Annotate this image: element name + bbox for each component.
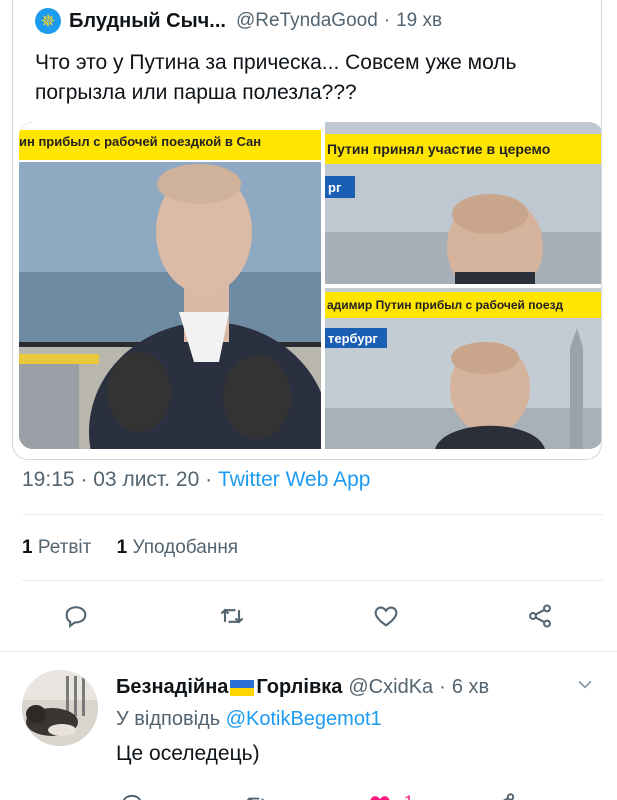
retweets-stat[interactable]: 1 Ретвіт: [22, 537, 97, 558]
quoted-tweet-time[interactable]: 19 хв: [396, 10, 442, 32]
media-image-top-right[interactable]: Путин принял участие в церемо рг: [325, 122, 601, 284]
media-top-right-caption: Путин принял участие в церемо: [327, 141, 551, 157]
media-image-bottom-right[interactable]: адимир Путин прибыл с рабочей поезд терб…: [325, 288, 601, 449]
tweet-meta: 19:15 · 03 лист. 20 · Twitter Web App: [22, 468, 370, 492]
media-left-caption: ин прибыл с рабочей поездкой в Сан: [19, 134, 262, 149]
reply-share-button[interactable]: [484, 784, 524, 800]
liked-heart-icon: [370, 796, 390, 800]
reply-tweet[interactable]: Безнадійна Горлівка @CxidKa · 6 хв У відп…: [0, 660, 617, 800]
retweets-label: Ретвіт: [37, 537, 92, 558]
reply-reply-button[interactable]: [112, 784, 152, 800]
reply-text: Це оселедець): [116, 742, 260, 765]
source-app-link[interactable]: Twitter Web App: [218, 468, 371, 491]
quoted-author-avatar[interactable]: ✵: [35, 8, 61, 34]
media-top-right-tag: рг: [328, 180, 342, 195]
reply-author-name-part1: Безнадійна: [116, 676, 229, 698]
likes-stat[interactable]: 1 Уподобання: [117, 537, 238, 558]
quoted-author-name[interactable]: Блудный Сыч...: [69, 10, 226, 33]
replying-to: У відповідь @KotikBegemot1: [116, 708, 382, 731]
divider: [22, 514, 603, 515]
tweet-time[interactable]: 19:15: [22, 468, 75, 491]
media-bottom-right-caption: адимир Путин прибыл с рабочей поезд: [327, 298, 564, 312]
reply-like-button[interactable]: [360, 784, 400, 800]
like-button[interactable]: [366, 596, 406, 636]
section-divider: [0, 651, 617, 652]
tweet-stats: 1 Ретвіт 1 Уподобання: [22, 537, 258, 559]
reply-action-bar: 1: [0, 784, 617, 800]
divider: [22, 580, 603, 581]
reply-time[interactable]: 6 хв: [452, 676, 489, 699]
quoted-tweet-text: Что это у Путина за прическа... Совсем у…: [35, 51, 517, 104]
more-options-chevron-icon[interactable]: [575, 674, 595, 699]
reply-button[interactable]: [56, 596, 96, 636]
separator-dot: ·: [80, 468, 88, 491]
reply-author-avatar[interactable]: [22, 670, 98, 746]
ukraine-flag-icon: [230, 679, 255, 696]
tweet-action-bar: [0, 596, 617, 636]
reply-author-name-part2: Горлівка: [256, 676, 343, 698]
likes-count: 1: [116, 537, 128, 558]
retweet-icon: [220, 608, 244, 624]
like-icon: [374, 606, 398, 627]
share-icon: [502, 793, 515, 800]
reply-author-handle[interactable]: @CxidKa: [348, 676, 433, 699]
tweet-date[interactable]: 03 лист. 20: [93, 468, 199, 491]
quoted-tweet-header: ✵ Блудный Сыч... @ReTyndaGood · 19 хв: [35, 6, 442, 36]
reply-like-count: 1: [404, 792, 413, 800]
retweet-icon: [246, 797, 264, 800]
replying-to-handle[interactable]: @KotikBegemot1: [226, 708, 382, 730]
media-bottom-right-tag: тербург: [328, 331, 378, 346]
share-button[interactable]: [520, 596, 560, 636]
reply-icon: [65, 606, 87, 629]
reply-icon: [122, 794, 141, 800]
share-icon: [529, 604, 551, 628]
reply-retweet-button[interactable]: [236, 784, 276, 800]
likes-label: Уподобання: [132, 537, 239, 558]
quoted-author-handle[interactable]: @ReTyndaGood: [236, 10, 378, 32]
reply-author-name[interactable]: Безнадійна Горлівка: [116, 676, 342, 699]
replying-to-label: У відповідь: [116, 708, 221, 730]
reply-header: Безнадійна Горлівка @CxidKa · 6 хв: [116, 676, 489, 699]
media-grid: ин прибыл с рабочей поездкой в Сан Путин…: [19, 122, 601, 449]
separator-dot: ·: [439, 676, 446, 698]
media-image-left[interactable]: ин прибыл с рабочей поездкой в Сан: [19, 122, 321, 449]
separator-dot: ·: [383, 10, 391, 31]
quoted-tweet-card[interactable]: ✵ Блудный Сыч... @ReTyndaGood · 19 хв Чт…: [12, 0, 602, 460]
retweets-count: 1: [22, 537, 33, 558]
retweet-button[interactable]: [212, 596, 252, 636]
separator-dot: ·: [205, 468, 213, 491]
